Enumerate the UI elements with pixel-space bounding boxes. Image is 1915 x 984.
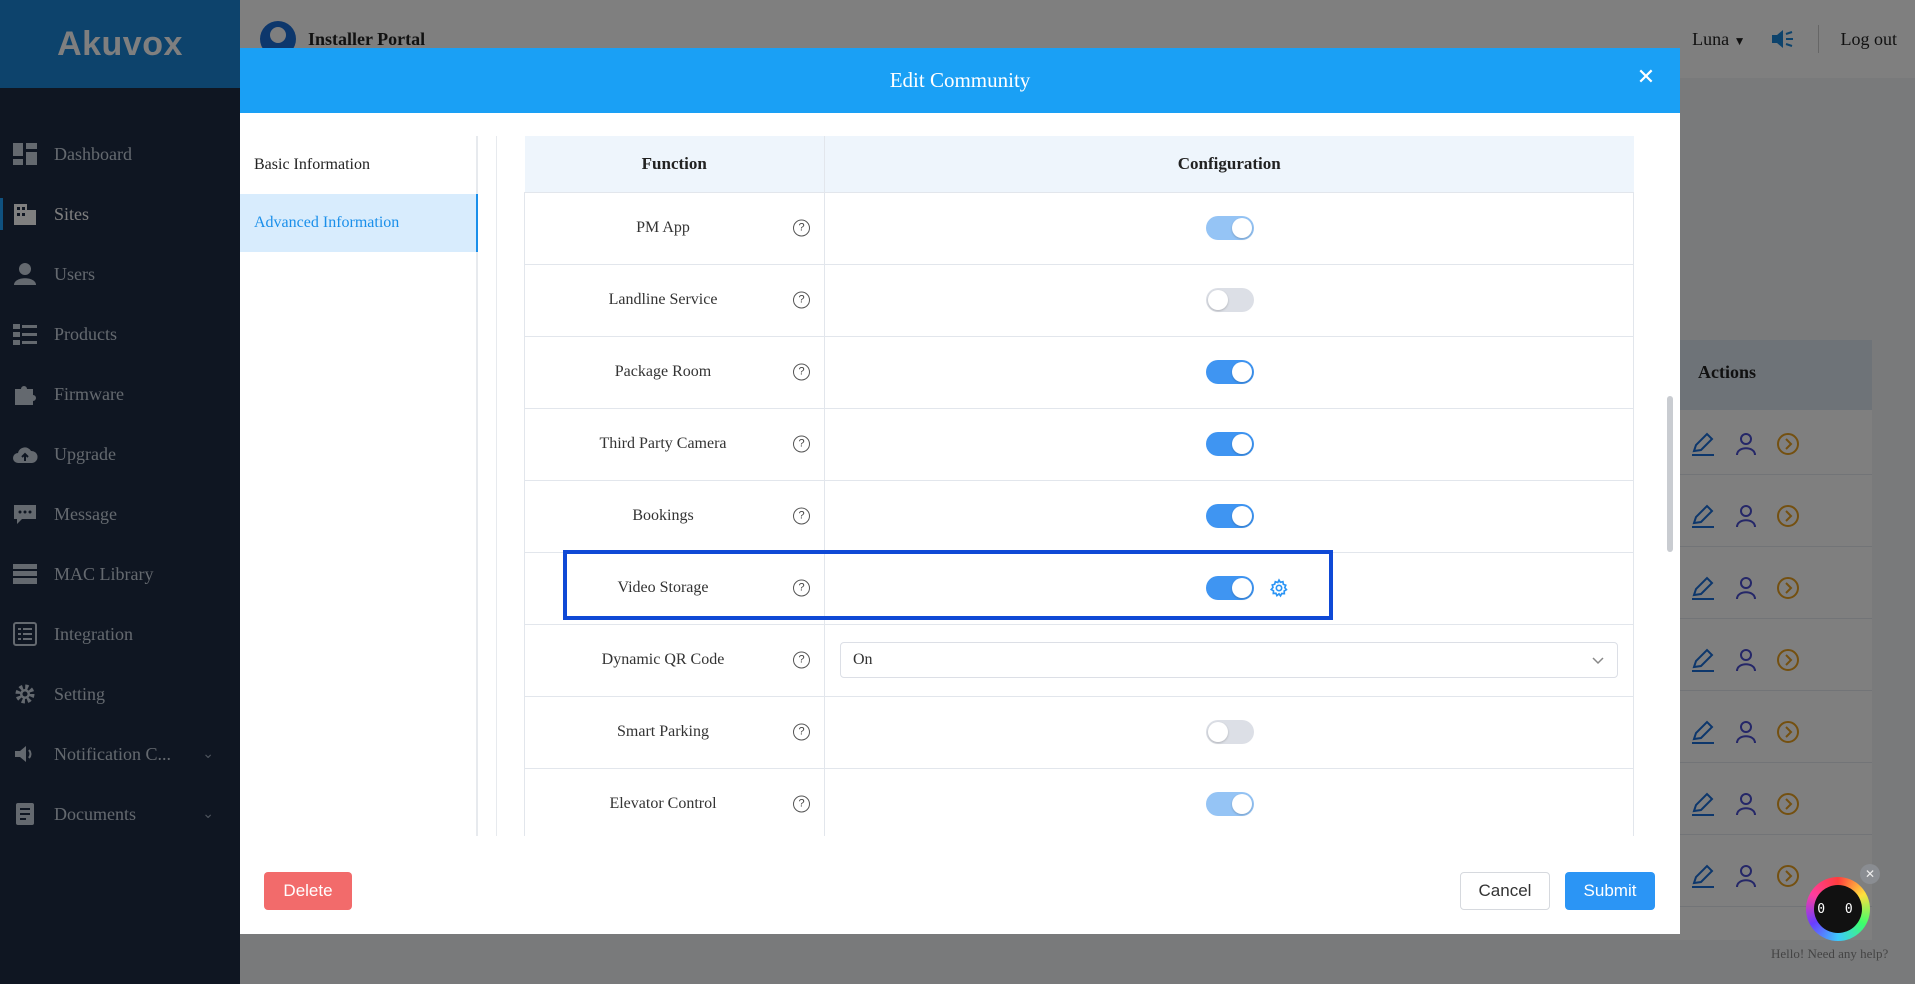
table-row: Landline Service? — [524, 264, 1634, 337]
scrollbar-thumb[interactable] — [1667, 396, 1673, 552]
function-cell: Smart Parking? — [524, 696, 825, 769]
table-row: Video Storage? — [524, 552, 1634, 625]
table-row: Bookings? — [524, 480, 1634, 553]
submit-button[interactable]: Submit — [1565, 872, 1655, 910]
toggle-knob — [1232, 578, 1252, 598]
function-table-container: Function Configuration PM App? Landline S… — [524, 136, 1634, 836]
function-cell: Landline Service? — [524, 264, 825, 337]
function-column-header: Function — [524, 136, 825, 193]
modal-header: Edit Community ✕ — [240, 48, 1680, 113]
close-icon[interactable]: ✕ — [1860, 864, 1880, 884]
table-row: PM App? — [524, 192, 1634, 265]
function-label: Smart Parking — [617, 723, 709, 740]
function-label: Dynamic QR Code — [601, 651, 725, 668]
tab-advanced-information[interactable]: Advanced Information — [240, 194, 478, 252]
toggle-switch — [1206, 792, 1254, 816]
table-row: Smart Parking? — [524, 696, 1634, 769]
table-row: Third Party Camera? — [524, 408, 1634, 481]
help-icon[interactable]: ? — [793, 795, 810, 813]
tab-basic-information[interactable]: Basic Information — [240, 136, 476, 194]
help-icon[interactable]: ? — [793, 291, 810, 309]
help-bot-text: Hello! Need any help? — [1771, 946, 1889, 961]
toggle-switch[interactable] — [1206, 360, 1254, 384]
select-value: On — [853, 651, 873, 668]
toggle-knob — [1232, 218, 1252, 238]
help-icon[interactable]: ? — [793, 723, 810, 741]
configuration-cell — [824, 768, 1634, 836]
toggle-knob — [1208, 290, 1228, 310]
modal-tabs: Basic Information Advanced Information — [240, 136, 478, 836]
toggle-knob — [1232, 506, 1252, 526]
delete-button[interactable]: Delete — [264, 872, 352, 910]
help-icon[interactable]: ? — [793, 579, 810, 597]
toggle-switch[interactable] — [1206, 504, 1254, 528]
help-icon[interactable]: ? — [793, 363, 810, 381]
edit-community-modal: Edit Community ✕ Basic Information Advan… — [240, 48, 1680, 934]
help-icon[interactable]: ? — [793, 219, 810, 237]
modal-footer: Delete Cancel Submit — [240, 834, 1680, 934]
function-label: Elevator Control — [609, 795, 717, 812]
divider — [496, 136, 497, 836]
function-label: Third Party Camera — [599, 435, 727, 452]
help-icon[interactable]: ? — [793, 507, 810, 525]
function-label: PM App — [636, 219, 690, 236]
function-cell: Dynamic QR Code? — [524, 624, 825, 697]
table-row: Package Room? — [524, 336, 1634, 409]
toggle-switch[interactable] — [1206, 432, 1254, 456]
configuration-cell — [824, 192, 1634, 265]
function-table-body: PM App? Landline Service? Package Room? Thi… — [524, 192, 1634, 836]
function-cell: Package Room? — [524, 336, 825, 409]
configuration-cell — [824, 480, 1634, 553]
function-label: Package Room — [614, 363, 712, 380]
table-row: Dynamic QR Code? On — [524, 624, 1634, 697]
function-cell: PM App? — [524, 192, 825, 265]
toggle-switch — [1206, 216, 1254, 240]
function-cell: Third Party Camera? — [524, 408, 825, 481]
table-header-row: Function Configuration — [524, 136, 1634, 193]
cancel-button[interactable]: Cancel — [1460, 872, 1550, 910]
function-label: Bookings — [632, 507, 694, 524]
toggle-switch[interactable] — [1206, 576, 1254, 600]
chevron-down-icon — [1591, 653, 1605, 667]
toggle-switch — [1206, 720, 1254, 744]
toggle-knob — [1208, 722, 1228, 742]
configuration-cell — [824, 408, 1634, 481]
configuration-cell: On — [824, 624, 1634, 697]
configuration-cell — [824, 552, 1634, 625]
toggle-knob — [1232, 362, 1252, 382]
dynamic-qr-select[interactable]: On — [840, 642, 1618, 678]
function-cell: Elevator Control? — [524, 768, 825, 836]
help-bot-face: 0 0 — [1814, 885, 1862, 933]
function-label: Video Storage — [617, 579, 709, 596]
table-row: Elevator Control? — [524, 768, 1634, 836]
configuration-cell — [824, 336, 1634, 409]
configuration-cell — [824, 264, 1634, 337]
toggle-switch — [1206, 288, 1254, 312]
close-icon[interactable]: ✕ — [1634, 66, 1658, 90]
help-bot-avatar[interactable]: 0 0 — [1806, 877, 1870, 941]
toggle-knob — [1232, 434, 1252, 454]
toggle-knob — [1232, 794, 1252, 814]
help-icon[interactable]: ? — [793, 435, 810, 453]
function-cell: Video Storage? — [524, 552, 825, 625]
configuration-cell — [824, 696, 1634, 769]
help-icon[interactable]: ? — [793, 651, 810, 669]
modal-title: Edit Community — [889, 68, 1031, 92]
function-table: Function Configuration PM App? Landline S… — [524, 136, 1634, 836]
function-label: Landline Service — [608, 291, 718, 308]
configuration-column-header: Configuration — [824, 136, 1634, 193]
function-cell: Bookings? — [524, 480, 825, 553]
gear-icon[interactable] — [1269, 578, 1289, 598]
